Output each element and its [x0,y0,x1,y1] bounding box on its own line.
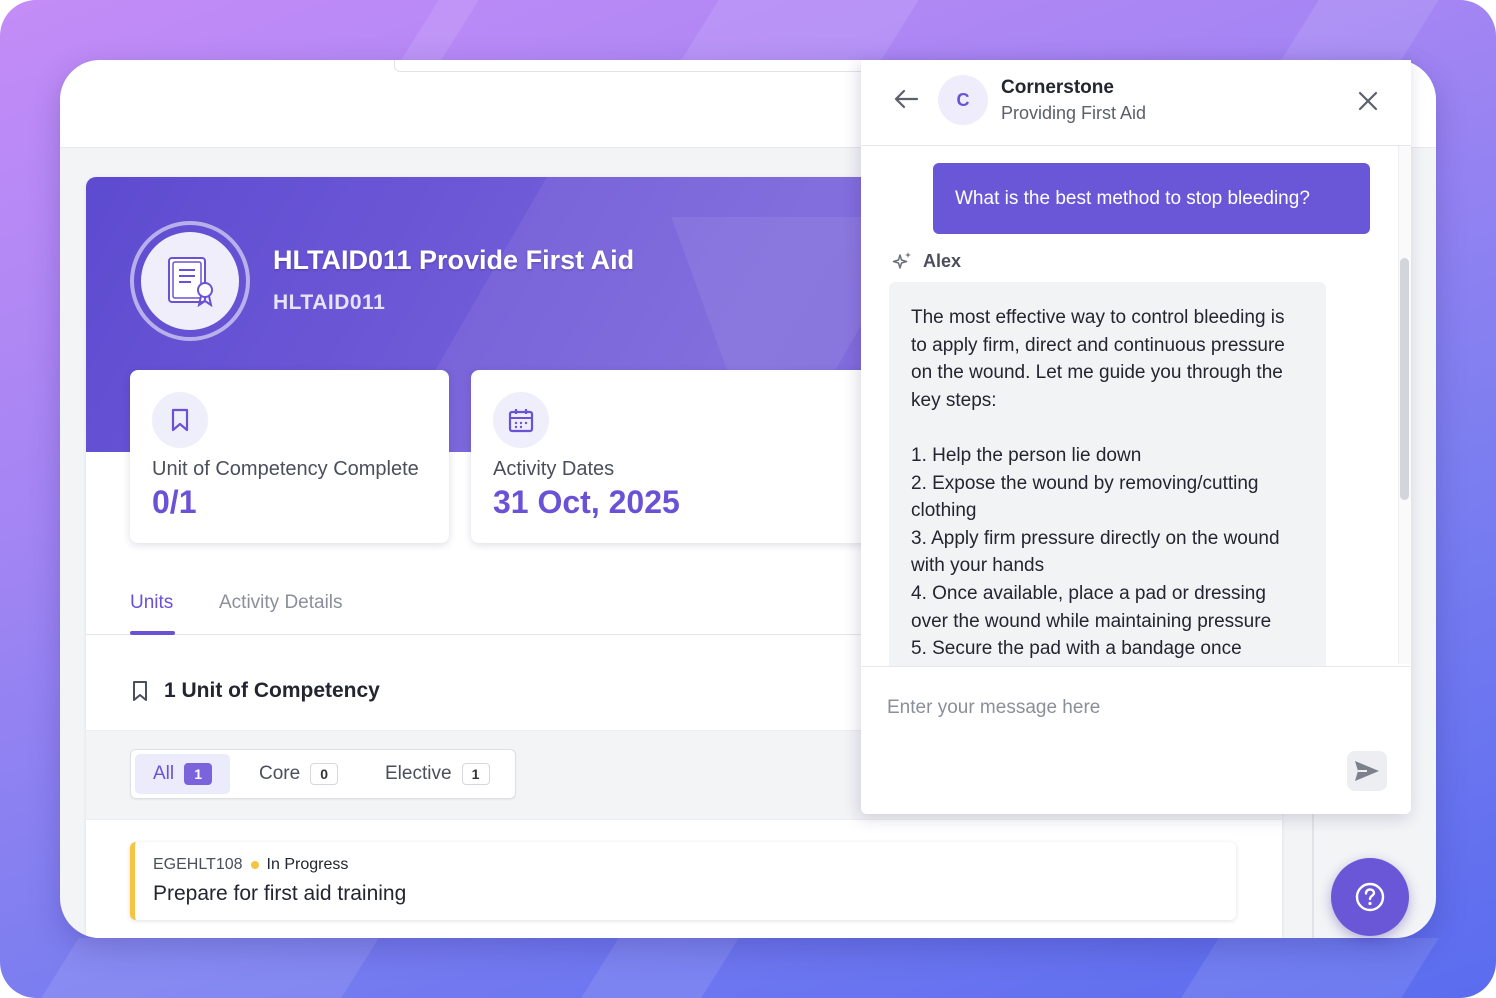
stat-value: 0/1 [152,484,197,520]
units-heading-text: 1 Unit of Competency [164,679,380,702]
stat-label: Activity Dates [493,458,615,480]
assistant-name: Alex [923,250,962,271]
active-tab-indicator [130,631,175,635]
tab-activity-details[interactable]: Activity Details [219,592,343,614]
stat-value: 31 Oct, 2025 [493,484,680,520]
course-code: HLTAID011 [273,291,386,314]
chat-panel: C Cornerstone Providing First Aid What i… [861,60,1411,814]
filter-label: All [153,763,175,784]
stat-card-competency: Unit of Competency Complete 0/1 [130,370,449,543]
chat-scrollbar-thumb[interactable] [1400,258,1409,500]
unit-code: EGEHLT108 [153,856,243,873]
close-button[interactable] [1353,86,1383,116]
help-icon [1355,882,1385,912]
top-search-field[interactable] [394,60,914,72]
filter-elective[interactable]: Elective 1 [367,754,508,794]
filter-count: 1 [461,763,490,785]
unit-filter-group: All 1 Core 0 Elective 1 [130,749,516,799]
course-title: HLTAID011 Provide First Aid [273,245,635,275]
status-dot [250,861,259,869]
assistant-message: The most effective way to control bleedi… [889,282,1326,666]
filter-all[interactable]: All 1 [135,754,231,794]
units-heading: 1 Unit of Competency [130,679,380,703]
message-input[interactable] [887,693,1347,723]
filter-count: 1 [184,763,213,785]
calendar-icon [508,409,534,433]
filter-core[interactable]: Core 0 [241,754,356,794]
avatar: C [938,75,988,125]
chat-title: Cornerstone [1001,77,1114,98]
arrow-left-icon [894,89,919,109]
user-message: What is the best method to stop bleeding… [933,163,1370,234]
unit-list-item[interactable]: EGEHLT108 In Progress Prepare for first … [130,842,1236,920]
chat-subtitle: Providing First Aid [1001,103,1147,123]
send-icon [1355,761,1379,781]
unit-title: Prepare for first aid training [153,882,407,905]
back-button[interactable] [891,84,921,114]
chat-messages: What is the best method to stop bleeding… [861,146,1411,666]
chat-composer [861,666,1411,814]
filter-label: Core [259,763,301,784]
sparkle-icon [892,252,911,269]
stat-card-activity-dates: Activity Dates 31 Oct, 2025 [471,370,891,543]
chat-header: C Cornerstone Providing First Aid [861,60,1411,146]
certificate-icon [168,257,213,308]
stat-label: Unit of Competency Complete [152,458,419,480]
help-button[interactable] [1331,858,1409,936]
unit-status: In Progress [266,856,349,873]
filter-count: 0 [310,763,339,785]
course-badge [130,221,250,341]
send-button[interactable] [1347,751,1387,791]
bookmark-icon [133,681,147,701]
bookmark-icon [171,408,189,432]
tab-units[interactable]: Units [130,592,173,614]
filter-label: Elective [385,763,452,784]
close-icon [1358,91,1378,111]
assistant-label: Alex [891,250,961,272]
